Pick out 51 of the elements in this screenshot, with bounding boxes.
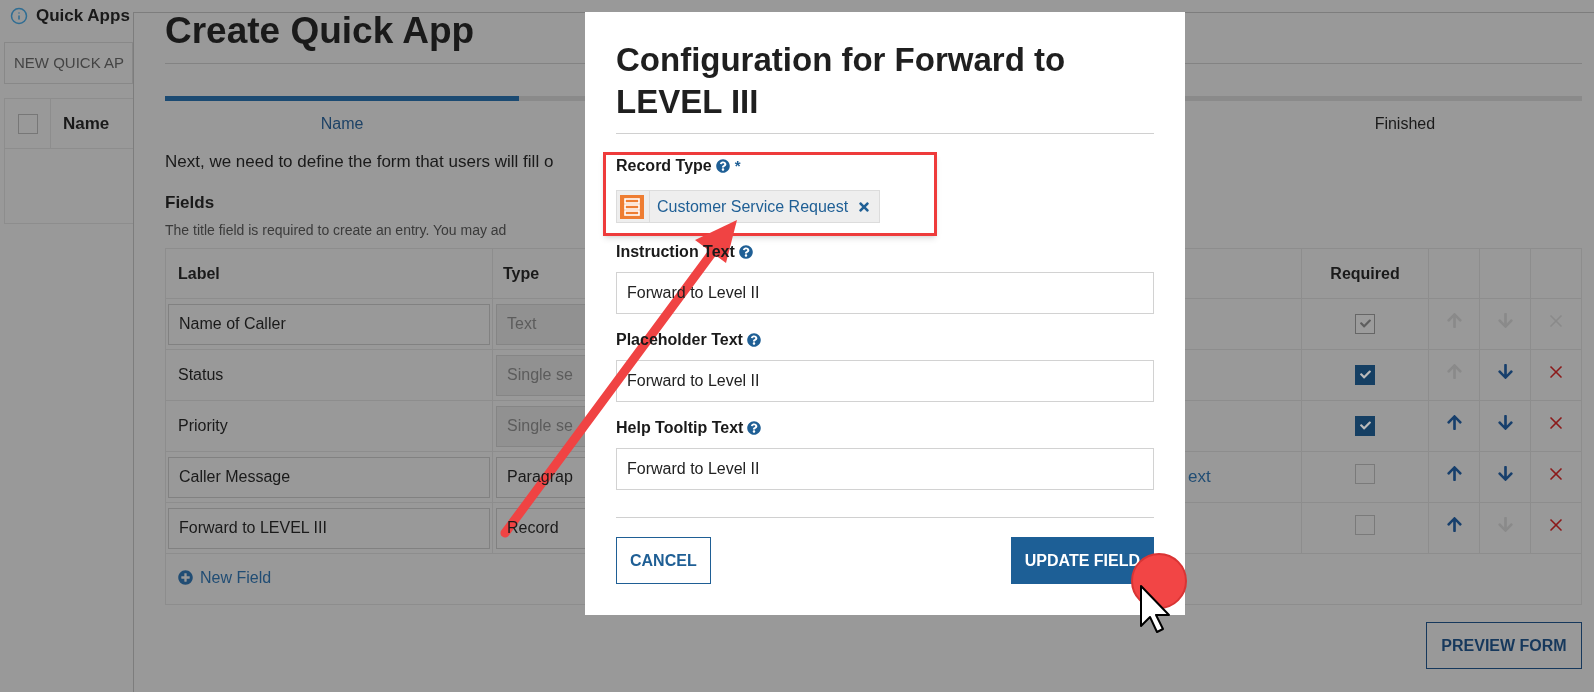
label-field[interactable]: Name of Caller bbox=[168, 303, 490, 345]
fields-heading: Fields bbox=[165, 191, 215, 214]
label-text: Status bbox=[177, 366, 224, 383]
required-mark: * bbox=[734, 155, 741, 176]
move-up-icon[interactable] bbox=[1445, 465, 1463, 482]
cancel-button[interactable]: CANCEL bbox=[616, 537, 711, 584]
link-text[interactable]: ext bbox=[1188, 467, 1211, 487]
notice-text: Quick Apps bbox=[36, 5, 130, 28]
help-icon[interactable] bbox=[747, 421, 762, 435]
preview-form-button[interactable]: PREVIEW FORM bbox=[1426, 622, 1582, 669]
column-header: Name bbox=[63, 112, 110, 135]
panel-title: Create Quick App bbox=[165, 11, 476, 53]
update-field-button[interactable]: UPDATE FIELD bbox=[1010, 537, 1154, 584]
help-icon[interactable] bbox=[715, 159, 730, 173]
move-up-icon[interactable] bbox=[1445, 414, 1463, 431]
info-icon bbox=[10, 7, 28, 25]
intro-text: Next, we need to define the form that users will fill o bbox=[165, 151, 554, 173]
required-checkbox[interactable] bbox=[1355, 514, 1375, 535]
label-text: Priority bbox=[177, 417, 228, 434]
required-checkbox[interactable] bbox=[1355, 463, 1375, 484]
help-icon[interactable] bbox=[738, 245, 753, 259]
remove-icon[interactable] bbox=[857, 199, 872, 214]
input-field[interactable]: Forward to Level II bbox=[616, 360, 1154, 402]
required-checkbox[interactable] bbox=[1355, 364, 1375, 385]
check-icon bbox=[1359, 369, 1371, 380]
check-icon bbox=[1359, 318, 1371, 329]
new-field-link[interactable]: New Field bbox=[178, 565, 272, 590]
move-down-icon[interactable] bbox=[1496, 465, 1514, 482]
help-icon[interactable] bbox=[746, 333, 761, 347]
record-chip[interactable]: Customer Service Request bbox=[616, 190, 881, 223]
input-field[interactable]: Forward to Level II bbox=[616, 448, 1154, 490]
label-field[interactable]: Forward to LEVEL III bbox=[168, 507, 490, 549]
move-down-icon[interactable] bbox=[1496, 363, 1514, 380]
chip-text: Customer Service Request bbox=[657, 196, 849, 217]
plus-icon bbox=[178, 570, 193, 586]
move-down-icon[interactable] bbox=[1496, 414, 1514, 431]
check-icon bbox=[1359, 420, 1371, 431]
field-label: Help Tooltip Text bbox=[616, 418, 744, 438]
field-label: Record Type bbox=[616, 156, 712, 176]
record-type-icon bbox=[620, 194, 644, 219]
label-field[interactable]: Caller Message bbox=[168, 456, 490, 498]
required-checkbox[interactable] bbox=[1355, 415, 1375, 436]
step-label[interactable]: Finished bbox=[1374, 112, 1436, 136]
step-label[interactable]: Name bbox=[320, 112, 364, 136]
move-up-icon[interactable] bbox=[1445, 516, 1463, 533]
modal-title: Configuration for Forward to LEVEL III bbox=[616, 40, 1067, 122]
select-all-checkbox[interactable] bbox=[17, 113, 38, 134]
new-quick-app-button[interactable]: NEW QUICK AP bbox=[4, 42, 133, 84]
fields-hint: The title field is required to create an entry. You may ad bbox=[165, 221, 507, 240]
column-header: Required bbox=[1301, 248, 1429, 299]
column-header: Label bbox=[165, 248, 493, 299]
